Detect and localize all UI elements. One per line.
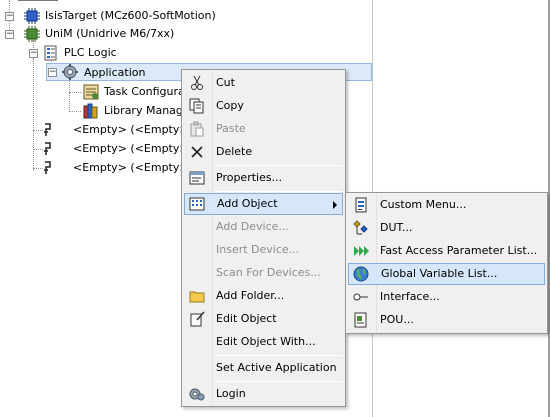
expand-toggle-icon[interactable]: − bbox=[48, 68, 57, 77]
copy-icon bbox=[189, 98, 204, 114]
menu-item-label: Fast Access Parameter List... bbox=[380, 244, 538, 257]
tree-row-library-manager[interactable]: Library Manager bbox=[0, 102, 194, 120]
tree-row-clipped bbox=[14, 0, 74, 2]
tree-item-label: Task Configurati bbox=[104, 85, 193, 98]
menu-item-cut[interactable]: Cut bbox=[184, 72, 343, 94]
expand-toggle-icon[interactable]: − bbox=[5, 12, 14, 21]
expand-toggle-icon[interactable]: − bbox=[5, 30, 14, 39]
menu-item-paste[interactable]: Paste bbox=[184, 118, 343, 140]
tree-row-empty-slot[interactable]: <Empty> (<Empty>) bbox=[0, 140, 193, 158]
submenu-item-custom-menu[interactable]: Custom Menu... bbox=[348, 194, 545, 216]
menu-item-label: Add Device... bbox=[216, 220, 289, 233]
login-gear-icon bbox=[189, 388, 205, 401]
menu-separator bbox=[214, 355, 342, 356]
globe-icon bbox=[353, 266, 369, 282]
menu-item-label: Global Variable List... bbox=[381, 267, 498, 280]
tree-item-label: Application bbox=[84, 66, 146, 79]
submenu-arrow-icon bbox=[333, 201, 337, 209]
plc-logic-icon bbox=[44, 45, 57, 61]
add-object-submenu: Custom Menu... DUT... Fast Access Parame… bbox=[345, 192, 548, 334]
menu-item-label: Login bbox=[216, 387, 246, 400]
menu-item-label: Insert Device... bbox=[216, 243, 300, 256]
scissors-icon bbox=[191, 75, 203, 90]
menu-separator bbox=[214, 191, 342, 192]
tree-row-isistarget[interactable]: − IsisTarget (MCz600-SoftMotion) bbox=[0, 7, 300, 25]
menu-item-label: Copy bbox=[216, 99, 244, 112]
menu-item-label: Scan For Devices... bbox=[216, 266, 321, 279]
tree-row-unim[interactable]: − UniM (Unidrive M6/7xx) bbox=[0, 25, 300, 43]
properties-icon bbox=[189, 171, 205, 185]
menu-item-properties[interactable]: Properties... bbox=[184, 167, 343, 189]
interface-icon bbox=[353, 293, 368, 301]
tree-item-label: <Empty> (<Empty>) bbox=[73, 161, 193, 174]
menu-item-label: Edit Object With... bbox=[216, 335, 316, 348]
tree-row-plc-logic[interactable]: − PLC Logic bbox=[0, 44, 300, 62]
menu-item-label: DUT... bbox=[380, 221, 413, 234]
dut-icon bbox=[353, 220, 368, 235]
menu-item-label: Add Folder... bbox=[216, 289, 285, 302]
menu-item-label: Set Active Application bbox=[216, 361, 337, 374]
tree-row-empty-slot[interactable]: <Empty> (<Empty>) bbox=[0, 159, 193, 177]
menu-item-scan-for-devices[interactable]: Scan For Devices... bbox=[184, 262, 343, 284]
tree-row-task-configuration[interactable]: Task Configurati bbox=[0, 83, 193, 101]
menu-item-label: Properties... bbox=[216, 171, 283, 184]
empty-slot-icon bbox=[44, 161, 51, 174]
submenu-item-dut[interactable]: DUT... bbox=[348, 217, 545, 239]
delete-x-icon bbox=[191, 146, 203, 158]
application-gear-icon bbox=[62, 64, 78, 80]
tree-item-label: <Empty> (<Empty>) bbox=[73, 142, 193, 155]
device-chip-icon bbox=[24, 26, 40, 42]
tree-item-label: IsisTarget (MCz600-SoftMotion) bbox=[45, 9, 216, 22]
menu-item-label: Add Object bbox=[217, 197, 278, 210]
menu-item-set-active-application[interactable]: Set Active Application bbox=[184, 357, 343, 379]
empty-slot-icon bbox=[44, 142, 51, 155]
clipped-label-fragment bbox=[18, 0, 58, 1]
device-chip-icon bbox=[24, 8, 40, 24]
context-menu: Cut Copy Paste Delete Properties... Add … bbox=[181, 69, 346, 407]
menu-item-add-folder[interactable]: Add Folder... bbox=[184, 285, 343, 307]
menu-item-label: Cut bbox=[216, 76, 235, 89]
submenu-item-global-variable-list[interactable]: Global Variable List... bbox=[348, 263, 545, 285]
menu-item-login[interactable]: Login bbox=[184, 383, 343, 405]
menu-item-edit-object[interactable]: Edit Object bbox=[184, 308, 343, 330]
tree-item-label: UniM (Unidrive M6/7xx) bbox=[45, 27, 175, 40]
library-manager-icon bbox=[83, 103, 98, 119]
menu-item-delete[interactable]: Delete bbox=[184, 141, 343, 163]
menu-item-label: Delete bbox=[216, 145, 253, 158]
tree-row-empty-slot[interactable]: <Empty> (<Empty>) bbox=[0, 121, 193, 139]
pou-icon bbox=[354, 312, 367, 328]
expand-toggle-icon[interactable]: − bbox=[29, 49, 38, 58]
ide-device-tree-window: − IsisTarget (MCz600-SoftMotion) − UniM … bbox=[0, 0, 550, 417]
menu-item-add-object[interactable]: Add Object bbox=[184, 193, 343, 215]
fast-access-arrows-icon bbox=[354, 246, 369, 256]
menu-separator bbox=[214, 165, 342, 166]
task-configuration-icon bbox=[83, 84, 99, 100]
add-object-icon bbox=[189, 197, 205, 211]
paste-icon bbox=[190, 121, 204, 137]
folder-icon bbox=[189, 291, 205, 303]
menu-item-copy[interactable]: Copy bbox=[184, 95, 343, 117]
menu-separator bbox=[214, 381, 342, 382]
menu-item-label: Interface... bbox=[380, 290, 440, 303]
menu-item-label: POU... bbox=[380, 313, 414, 326]
empty-slot-icon bbox=[44, 123, 51, 136]
menu-item-label: Paste bbox=[216, 122, 246, 135]
menu-item-insert-device[interactable]: Insert Device... bbox=[184, 239, 343, 261]
menu-item-label: Custom Menu... bbox=[380, 198, 467, 211]
tree-item-label: <Empty> (<Empty>) bbox=[73, 123, 193, 136]
edit-object-icon bbox=[190, 311, 205, 327]
submenu-item-fast-access-parameter-list[interactable]: Fast Access Parameter List... bbox=[348, 240, 545, 262]
submenu-item-interface[interactable]: Interface... bbox=[348, 286, 545, 308]
custom-menu-icon bbox=[355, 197, 367, 213]
menu-item-label: Edit Object bbox=[216, 312, 277, 325]
tree-item-label: PLC Logic bbox=[64, 46, 117, 59]
submenu-item-pou[interactable]: POU... bbox=[348, 309, 545, 331]
menu-item-edit-object-with[interactable]: Edit Object With... bbox=[184, 331, 343, 353]
menu-item-add-device[interactable]: Add Device... bbox=[184, 216, 343, 238]
